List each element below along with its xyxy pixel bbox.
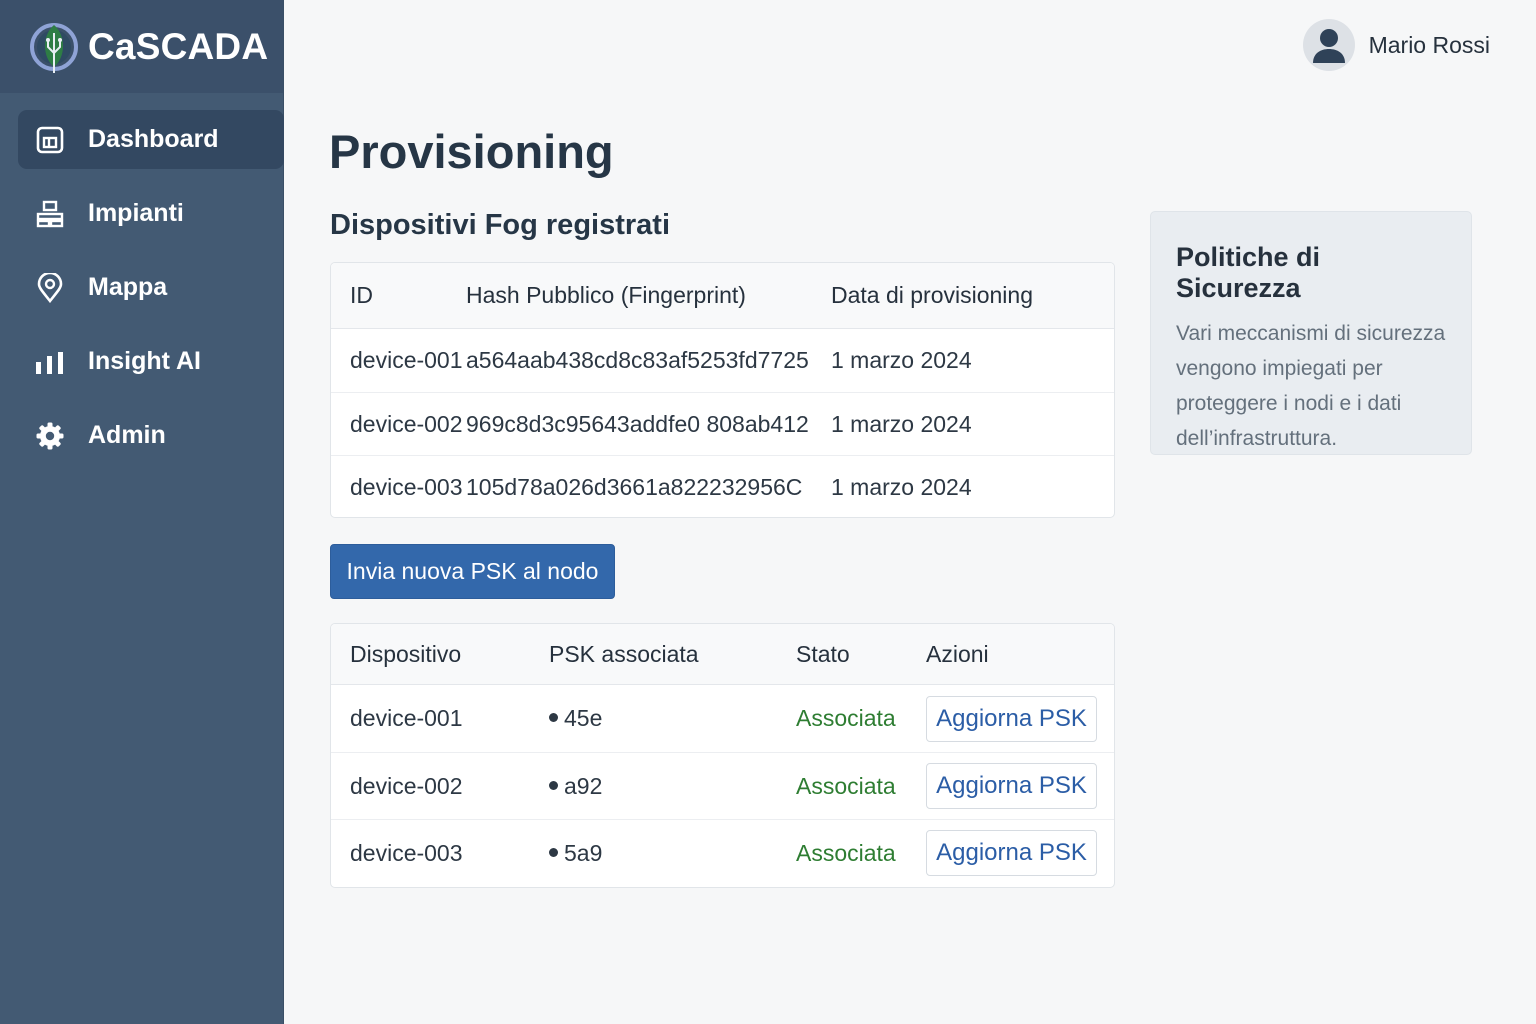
sidebar-item-mappa[interactable]: Mappa bbox=[18, 258, 284, 317]
provisioning-date: 1 marzo 2024 bbox=[831, 473, 972, 500]
update-psk-button[interactable]: Aggiorna PSK bbox=[926, 763, 1097, 809]
sidebar-item-label: Insight AI bbox=[88, 347, 201, 375]
fog-devices-table: ID Hash Pubblico (Fingerprint) Data di p… bbox=[330, 262, 1115, 518]
bullet-icon bbox=[549, 780, 558, 790]
table-row: device-002 a92 Associata Aggiorna PSK bbox=[331, 752, 1114, 819]
fingerprint-hash: 969c8d3c95643addfe0 808ab412 bbox=[466, 410, 809, 437]
status-badge: Associata bbox=[796, 839, 896, 866]
sidebar-item-dashboard[interactable]: Dashboard bbox=[18, 110, 284, 169]
column-header-actions: Azioni bbox=[926, 640, 989, 667]
bullet-icon bbox=[549, 847, 558, 857]
policy-text: Vari meccanismi di sicurezza vengono imp… bbox=[1176, 322, 1446, 450]
device-id: device-003 bbox=[350, 473, 463, 500]
device-name: device-001 bbox=[350, 705, 463, 731]
table-row: device-001 a564aab438cd8c83af5253fd7725 … bbox=[331, 329, 1114, 392]
table-row: device-003 5a9 Associata Aggiorna PSK bbox=[331, 819, 1114, 886]
section-title-fog-devices: Dispositivi Fog registrati bbox=[330, 209, 670, 241]
table-header-row: ID Hash Pubblico (Fingerprint) Data di p… bbox=[331, 263, 1114, 329]
psk-value: a92 bbox=[549, 773, 602, 800]
sidebar: CaSCADA Dashboard Impianti Mappa Insight… bbox=[0, 0, 284, 1024]
column-header-id: ID bbox=[350, 282, 373, 308]
column-header-hash: Hash Pubblico (Fingerprint) bbox=[466, 282, 746, 308]
dashboard-icon bbox=[35, 125, 65, 155]
provisioning-date: 1 marzo 2024 bbox=[831, 347, 972, 373]
column-header-date: Data di provisioning bbox=[831, 282, 1034, 308]
device-name: device-003 bbox=[350, 839, 463, 866]
page-title: Provisioning bbox=[329, 125, 614, 178]
brand[interactable]: CaSCADA bbox=[0, 0, 283, 93]
update-psk-button[interactable]: Aggiorna PSK bbox=[926, 695, 1097, 742]
security-policy-card: Politiche di Sicurezza Vari meccanismi d… bbox=[1150, 211, 1472, 455]
map-pin-icon bbox=[35, 272, 65, 303]
sidebar-item-label: Dashboard bbox=[88, 125, 219, 153]
policy-title: Politiche di Sicurezza bbox=[1176, 242, 1321, 303]
device-id: device-002 bbox=[350, 410, 463, 437]
table-row: device-003 105d78a026d3661a822232956C 1 … bbox=[331, 455, 1114, 517]
sidebar-item-label: Admin bbox=[88, 421, 166, 449]
user-menu[interactable]: Mario Rossi bbox=[1302, 19, 1490, 71]
send-new-psk-button[interactable]: Invia nuova PSK al nodo bbox=[330, 544, 615, 599]
column-header-device: Dispositivo bbox=[350, 640, 462, 667]
psk-value: 5a9 bbox=[549, 840, 602, 867]
sidebar-item-admin[interactable]: Admin bbox=[18, 406, 284, 465]
table-header-row: Dispositivo PSK associata Stato Azioni bbox=[331, 624, 1114, 685]
device-id: device-001 bbox=[350, 347, 463, 373]
sidebar-item-impianti[interactable]: Impianti bbox=[18, 184, 284, 243]
sidebar-item-label: Impianti bbox=[88, 199, 184, 227]
psk-value: 45e bbox=[549, 705, 602, 732]
column-header-psk: PSK associata bbox=[549, 640, 699, 667]
bullet-icon bbox=[549, 713, 558, 723]
psk-text: 45e bbox=[564, 705, 603, 731]
bar-chart-icon bbox=[35, 347, 65, 377]
table-row: device-002 969c8d3c95643addfe0 808ab412 … bbox=[331, 392, 1114, 455]
device-name: device-002 bbox=[350, 772, 463, 799]
user-avatar-icon bbox=[1302, 19, 1355, 71]
update-psk-button[interactable]: Aggiorna PSK bbox=[926, 830, 1097, 876]
provisioning-date: 1 marzo 2024 bbox=[831, 410, 972, 437]
status-badge: Associata bbox=[796, 705, 896, 731]
leaf-circuit-icon bbox=[30, 19, 80, 75]
plants-icon bbox=[35, 199, 65, 229]
fingerprint-hash: 105d78a026d3661a822232956C bbox=[466, 473, 803, 500]
psk-text: a92 bbox=[564, 772, 603, 799]
table-row: device-001 45e Associata Aggiorna PSK bbox=[331, 685, 1114, 752]
psk-text: 5a9 bbox=[564, 839, 603, 866]
brand-name: CaSCADA bbox=[88, 25, 269, 67]
gear-icon bbox=[35, 421, 65, 451]
sidebar-nav: Dashboard Impianti Mappa Insight AI Admi… bbox=[0, 93, 284, 465]
fingerprint-hash: a564aab438cd8c83af5253fd7725 bbox=[466, 347, 809, 373]
top-bar: Mario Rossi bbox=[284, 0, 1536, 93]
column-header-status: Stato bbox=[796, 640, 850, 667]
status-badge: Associata bbox=[796, 772, 896, 799]
psk-table: Dispositivo PSK associata Stato Azioni d… bbox=[330, 623, 1115, 888]
sidebar-item-insight-ai[interactable]: Insight AI bbox=[18, 332, 284, 391]
user-name: Mario Rossi bbox=[1368, 31, 1490, 58]
sidebar-item-label: Mappa bbox=[88, 273, 168, 301]
